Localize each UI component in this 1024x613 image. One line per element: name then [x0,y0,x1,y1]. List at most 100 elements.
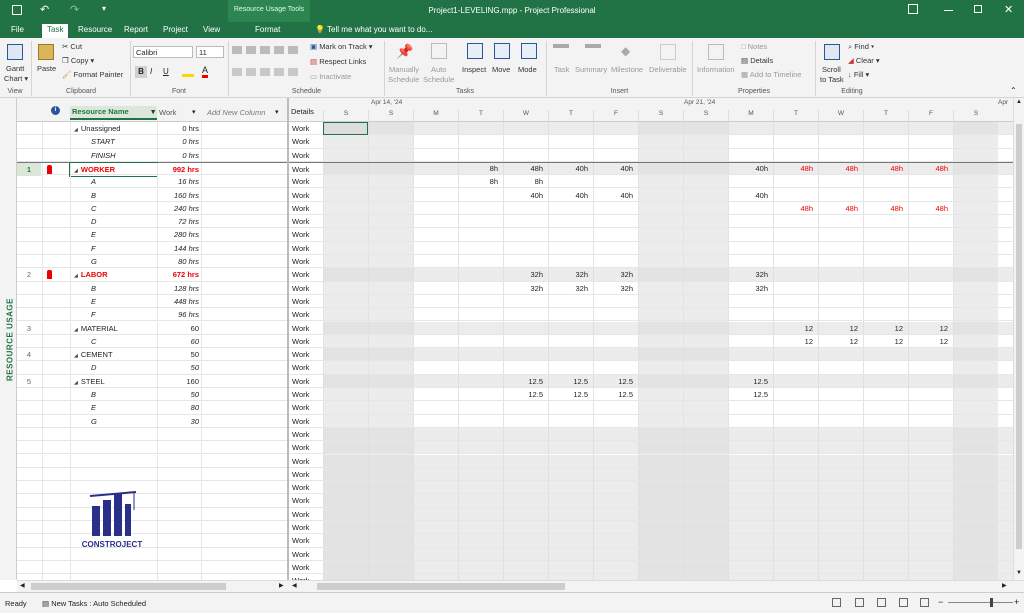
table-row[interactable] [17,427,287,442]
table-row[interactable] [17,560,287,575]
table-row[interactable]: B 128 hrs [17,281,287,295]
add-column-cell[interactable] [201,507,287,521]
timescale-scroll-right-icon[interactable]: ▶ [1002,582,1007,589]
usage-value[interactable]: 48h [908,162,953,175]
add-column-cell[interactable] [201,348,287,362]
inactivate-button[interactable]: ▭ Inactivate [310,72,351,81]
add-column-cell[interactable] [201,547,287,561]
resource-name-cell[interactable]: F [70,308,157,322]
usage-value[interactable]: 12 [818,335,863,348]
tab-report[interactable]: Report [119,24,153,38]
table-row[interactable]: C 240 hrs [17,201,287,216]
usage-value[interactable]: 32h [548,268,593,281]
column-header-add[interactable]: Add New Column [207,108,265,117]
usage-value[interactable]: 12 [863,335,908,348]
work-cell[interactable]: 50 [157,361,201,375]
usage-value[interactable]: 12 [863,322,908,335]
notes-button[interactable]: □ Notes [741,42,767,51]
work-cell[interactable]: 60 [157,334,201,349]
new-tasks-mode[interactable]: ▤ New Tasks : Auto Scheduled [42,599,146,608]
resource-name-cell[interactable]: ◢ LABOR [70,268,157,282]
usage-value[interactable]: 12.5 [593,388,638,401]
table-row[interactable] [17,547,287,561]
add-column-cell[interactable] [201,162,287,177]
horizontal-scrollbar[interactable]: ◀ ▶ ◀ ▶ [17,580,1024,592]
work-cell[interactable]: 0 hrs [157,148,201,162]
work-cell[interactable]: 160 hrs [157,188,201,202]
bold-button[interactable]: B [135,66,147,78]
close-icon[interactable]: ✕ [1004,3,1013,16]
work-cell[interactable] [157,534,201,548]
add-to-timeline-button[interactable]: ▦ Add to Timeline [741,70,801,79]
resource-sheet-icon[interactable] [899,598,908,607]
tab-task[interactable]: Task [42,24,69,38]
scroll-up-icon[interactable]: ▲ [1016,99,1022,105]
table-row[interactable] [17,534,287,548]
table-row[interactable] [17,481,287,495]
work-cell[interactable] [157,547,201,561]
usage-value[interactable]: 12 [818,322,863,335]
usage-value[interactable]: 32h [728,268,773,281]
collapse-ribbon-icon[interactable]: ⌃ [1010,86,1017,95]
add-column-cell[interactable] [201,268,287,282]
scroll-right-icon[interactable]: ▶ [279,582,284,589]
minimize-icon[interactable] [944,10,953,11]
usage-value[interactable]: 12 [908,322,953,335]
report-icon[interactable] [920,598,929,607]
work-cell[interactable]: 0 hrs [157,135,201,149]
add-column-cell[interactable] [201,534,287,548]
resource-name-cell[interactable] [70,454,157,468]
add-column-cell[interactable] [201,201,287,216]
work-cell[interactable]: 80 [157,401,201,415]
work-cell[interactable]: 50 [157,348,201,362]
add-column-cell[interactable] [201,321,287,335]
tell-me-box[interactable]: 💡 Tell me what you want to do... [310,24,437,38]
usage-value[interactable]: 32h [593,282,638,295]
collapse-icon[interactable]: ◢ [74,273,78,279]
mark-on-track-button[interactable]: ▣ Mark on Track ▾ [310,42,373,51]
usage-value[interactable]: 32h [593,268,638,281]
zoom-slider[interactable] [948,602,1013,603]
usage-value[interactable]: 40h [728,162,773,175]
table-row[interactable]: C 60 [17,334,287,349]
add-column-cell[interactable] [201,521,287,535]
usage-value[interactable]: 40h [548,162,593,175]
work-cell[interactable] [157,494,201,508]
filter-dropdown-icon[interactable]: ▾ [151,107,155,116]
format-painter-button[interactable]: 🖌 Format Painter [62,70,123,79]
usage-value[interactable]: 48h [818,202,863,215]
collapse-icon[interactable]: ◢ [74,327,78,333]
add-column-cell[interactable] [201,255,287,269]
resource-name-cell[interactable]: ◢ STEEL [70,374,157,388]
scroll-left-icon[interactable]: ◀ [20,582,25,589]
resource-name-cell[interactable] [70,427,157,442]
resource-name-cell[interactable]: ◢ MATERIAL [70,321,157,335]
usage-value[interactable]: 12.5 [503,375,548,388]
work-cell[interactable] [157,521,201,535]
usage-value[interactable]: 48h [773,202,818,215]
collapse-icon[interactable]: ◢ [74,127,78,133]
usage-value[interactable]: 40h [728,189,773,202]
work-cell[interactable]: 672 hrs [157,268,201,282]
paste-button[interactable]: Paste [37,64,56,73]
add-column-cell[interactable] [201,215,287,229]
zoom-out-icon[interactable]: − [938,597,943,607]
table-row[interactable]: D 50 [17,361,287,375]
add-column-cell[interactable] [201,441,287,455]
work-cell[interactable]: 16 hrs [157,175,201,189]
usage-value[interactable]: 12 [908,335,953,348]
table-row[interactable]: G 30 [17,414,287,428]
zoom-in-icon[interactable]: + [1014,597,1019,607]
usage-value[interactable]: 32h [503,268,548,281]
table-row[interactable]: START 0 hrs [17,135,287,149]
work-cell[interactable]: 80 hrs [157,255,201,269]
usage-value[interactable]: 40h [503,189,548,202]
selected-cell[interactable] [323,122,368,135]
add-column-cell[interactable] [201,481,287,495]
work-cell[interactable]: 160 [157,374,201,388]
usage-value[interactable]: 12.5 [728,388,773,401]
add-column-cell[interactable] [201,281,287,295]
usage-value[interactable]: 48h [863,162,908,175]
table-row[interactable] [17,467,287,482]
vertical-scrollbar[interactable]: ▲ ▼ [1013,98,1024,580]
